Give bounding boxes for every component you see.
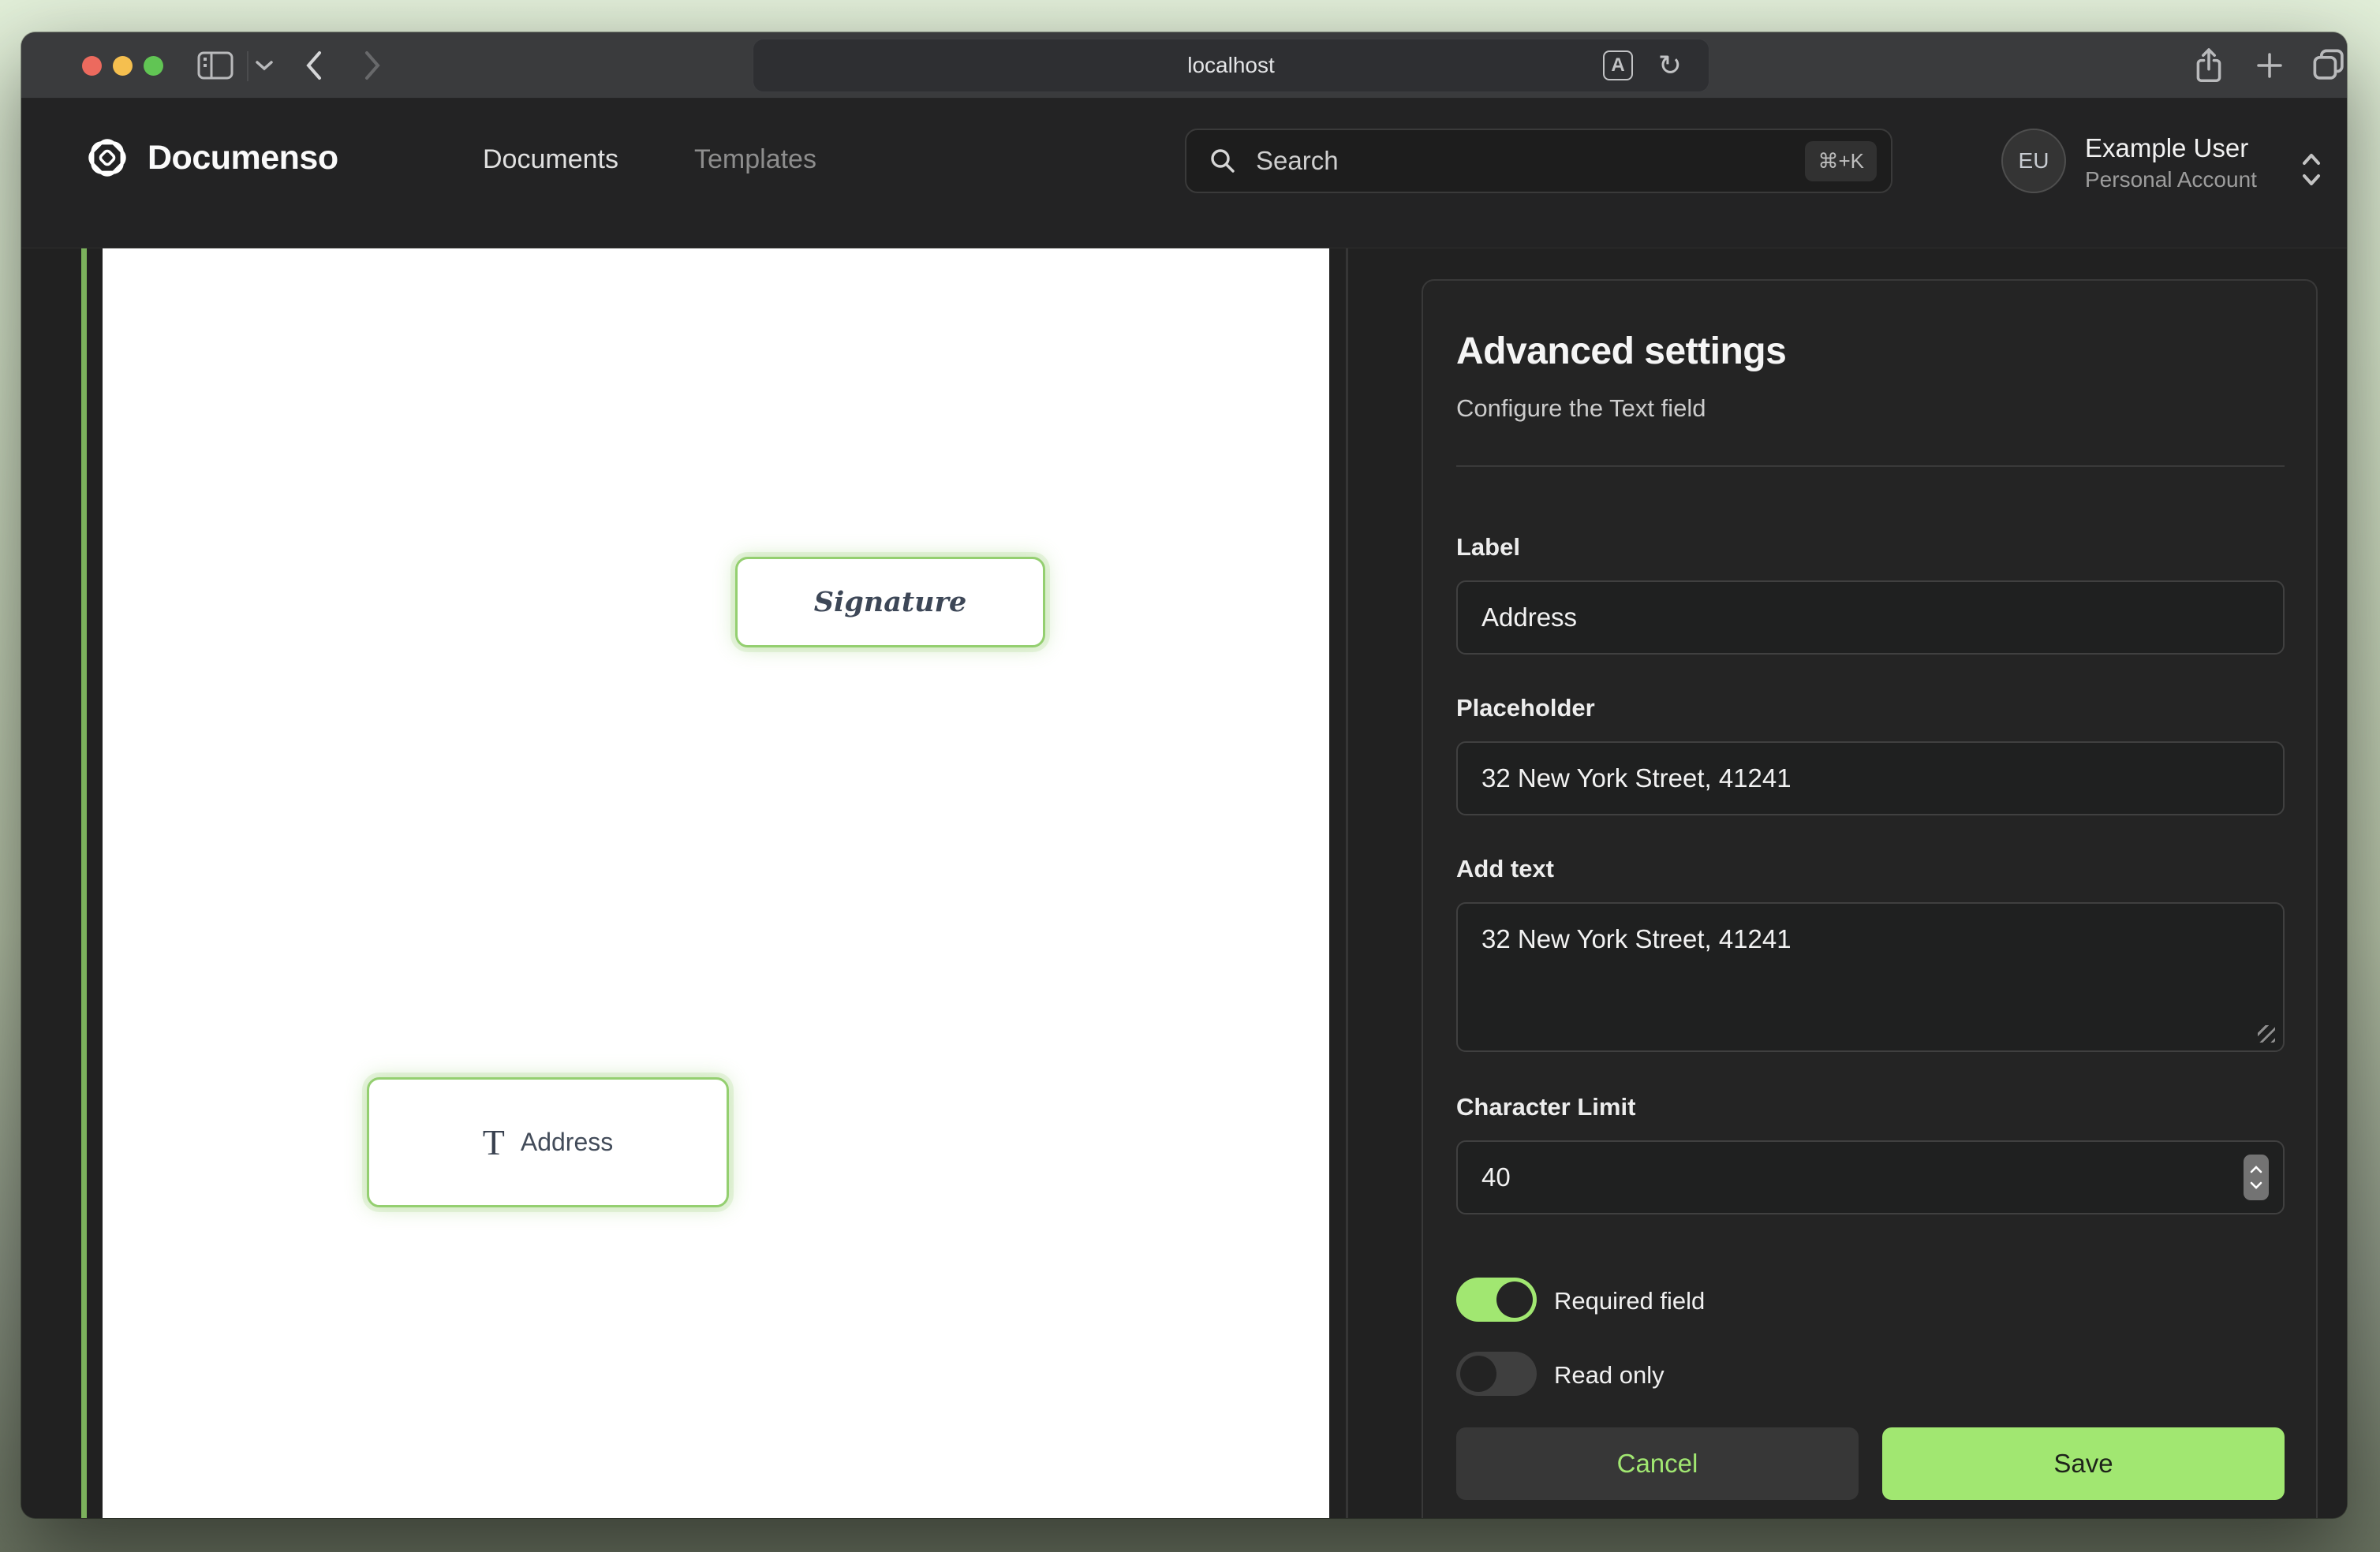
tab-overview-icon[interactable] [2311, 47, 2347, 83]
required-field-label: Required field [1554, 1287, 1705, 1315]
page-edge-indicator [81, 248, 87, 1518]
back-button[interactable] [302, 48, 326, 83]
account-switcher-chevrons-icon[interactable] [2298, 147, 2325, 192]
nav-link-templates[interactable]: Templates [694, 144, 816, 175]
toggle-knob [1460, 1356, 1496, 1392]
stepper-up-icon[interactable] [2249, 1165, 2263, 1174]
cancel-button[interactable]: Cancel [1456, 1427, 1859, 1500]
required-field-toggle[interactable] [1456, 1278, 1537, 1322]
search-icon [1209, 147, 1237, 175]
browser-toolbar: localhost A ↻ [21, 32, 2347, 99]
placeholder-field-label: Placeholder [1456, 694, 1595, 722]
brand[interactable]: Documenso [84, 135, 338, 181]
minimize-window-button[interactable] [113, 56, 133, 76]
placeholder-input[interactable] [1456, 741, 2285, 815]
text-field-label: Address [521, 1128, 613, 1157]
forward-button[interactable] [361, 48, 384, 83]
text-type-icon: T [483, 1121, 505, 1163]
fullscreen-window-button[interactable] [144, 56, 163, 76]
textarea-resize-handle[interactable] [2258, 1025, 2275, 1043]
app-navbar: Documenso Documents Templates ⌘+K EU Exa… [21, 99, 2347, 248]
search-shortcut-badge: ⌘+K [1805, 141, 1877, 181]
stepper-down-icon[interactable] [2249, 1181, 2263, 1190]
browser-window: localhost A ↻ [21, 32, 2347, 1518]
add-text-textarea[interactable]: 32 New York Street, 41241 [1456, 902, 2285, 1052]
save-button[interactable]: Save [1882, 1427, 2285, 1500]
user-account-type: Personal Account [2085, 167, 2257, 192]
documenso-logo-icon [84, 135, 130, 181]
url-text: localhost [1187, 53, 1275, 78]
label-field-label: Label [1456, 533, 1520, 561]
text-field-address[interactable]: T Address [367, 1077, 729, 1207]
search-input[interactable] [1256, 146, 1805, 176]
nav-link-documents[interactable]: Documents [483, 144, 618, 175]
avatar[interactable]: EU [2001, 129, 2066, 193]
panel-divider [1456, 465, 2285, 467]
translate-icon[interactable]: A [1603, 50, 1633, 80]
number-stepper[interactable] [2244, 1155, 2269, 1200]
toggle-knob [1496, 1282, 1533, 1318]
toolbar-divider [247, 51, 248, 81]
advanced-settings-panel: Advanced settings Configure the Text fie… [1422, 279, 2318, 1518]
share-icon[interactable] [2193, 47, 2225, 84]
user-name: Example User [2085, 133, 2248, 163]
signature-field-label: Signature [814, 586, 967, 618]
brand-name: Documenso [148, 139, 338, 177]
close-window-button[interactable] [82, 56, 102, 76]
address-bar[interactable]: localhost A ↻ [753, 39, 1709, 92]
document-page[interactable]: Signature T Address [103, 248, 1329, 1518]
panel-title: Advanced settings [1456, 330, 1786, 373]
character-limit-input[interactable] [1456, 1140, 2285, 1214]
content-divider [1346, 248, 1348, 1518]
signature-field[interactable]: Signature [735, 557, 1045, 647]
sidebar-chevron-down-icon[interactable] [254, 58, 275, 73]
desktop: localhost A ↻ [0, 0, 2380, 1552]
read-only-label: Read only [1554, 1361, 1665, 1390]
add-text-field-label: Add text [1456, 855, 1554, 883]
sidebar-toggle-icon[interactable] [196, 50, 234, 81]
character-limit-field-label: Character Limit [1456, 1093, 1635, 1121]
panel-subtitle: Configure the Text field [1456, 394, 1706, 423]
reload-icon[interactable]: ↻ [1658, 47, 1682, 84]
search-bar[interactable]: ⌘+K [1185, 129, 1892, 193]
new-tab-icon[interactable] [2252, 48, 2287, 83]
content-area: Signature T Address Advanced settings Co… [21, 248, 2347, 1518]
avatar-initials: EU [2019, 148, 2049, 173]
read-only-toggle[interactable] [1456, 1352, 1537, 1396]
label-input[interactable] [1456, 580, 2285, 655]
